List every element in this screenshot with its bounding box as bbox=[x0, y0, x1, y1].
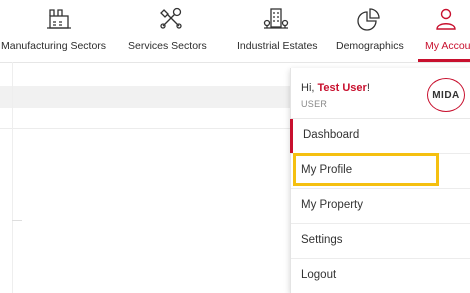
page-left-border bbox=[12, 62, 13, 293]
nav-item-my-account[interactable]: My Accoun bbox=[418, 0, 470, 62]
menu-item-label: Settings bbox=[301, 234, 343, 246]
top-navigation: Manufacturing Sectors Services Sectors I… bbox=[0, 0, 470, 63]
nav-label: Services Sectors bbox=[128, 40, 207, 52]
greeting-text: Hi, Test User! bbox=[301, 82, 370, 94]
mida-logo: MIDA bbox=[427, 78, 465, 112]
nav-label: Industrial Estates bbox=[237, 40, 318, 52]
logo-text: MIDA bbox=[432, 89, 460, 101]
account-dropdown: Hi, Test User! USER MIDA Dashboard My Pr… bbox=[290, 68, 470, 293]
user-role: USER bbox=[301, 99, 328, 109]
menu-item-label: Logout bbox=[301, 269, 337, 281]
user-name: Test User bbox=[317, 82, 367, 94]
nav-item-services-sectors[interactable]: Services Sectors bbox=[122, 0, 220, 62]
user-greeting: Hi, Test User! USER MIDA bbox=[291, 68, 470, 119]
divider bbox=[12, 220, 22, 221]
nav-label: My Accoun bbox=[425, 40, 470, 52]
nav-label: Manufacturing Sectors bbox=[1, 40, 107, 52]
greeting-prefix: Hi, bbox=[301, 82, 318, 94]
factory-icon bbox=[45, 6, 73, 32]
menu-item-label: My Property bbox=[301, 199, 363, 211]
menu-item-my-property[interactable]: My Property bbox=[291, 189, 470, 224]
divider bbox=[0, 128, 290, 129]
pie-chart-icon bbox=[355, 6, 383, 32]
nav-label: Demographics bbox=[336, 40, 404, 52]
nav-item-demographics[interactable]: Demographics bbox=[330, 0, 408, 62]
nav-item-industrial-estates[interactable]: Industrial Estates bbox=[232, 0, 322, 62]
menu-item-logout[interactable]: Logout bbox=[291, 259, 470, 293]
greeting-suffix: ! bbox=[366, 82, 370, 94]
active-indicator bbox=[418, 59, 470, 62]
menu-item-my-profile[interactable]: My Profile bbox=[291, 154, 470, 189]
menu-item-settings[interactable]: Settings bbox=[291, 224, 470, 259]
nav-item-manufacturing-sectors[interactable]: Manufacturing Sectors bbox=[0, 0, 118, 62]
menu-item-label: My Profile bbox=[301, 164, 353, 176]
user-icon bbox=[432, 6, 460, 32]
menu-item-label: Dashboard bbox=[303, 129, 360, 141]
menu-item-dashboard[interactable]: Dashboard bbox=[290, 119, 470, 154]
industrial-estate-icon bbox=[262, 6, 290, 32]
tools-icon bbox=[157, 6, 185, 32]
